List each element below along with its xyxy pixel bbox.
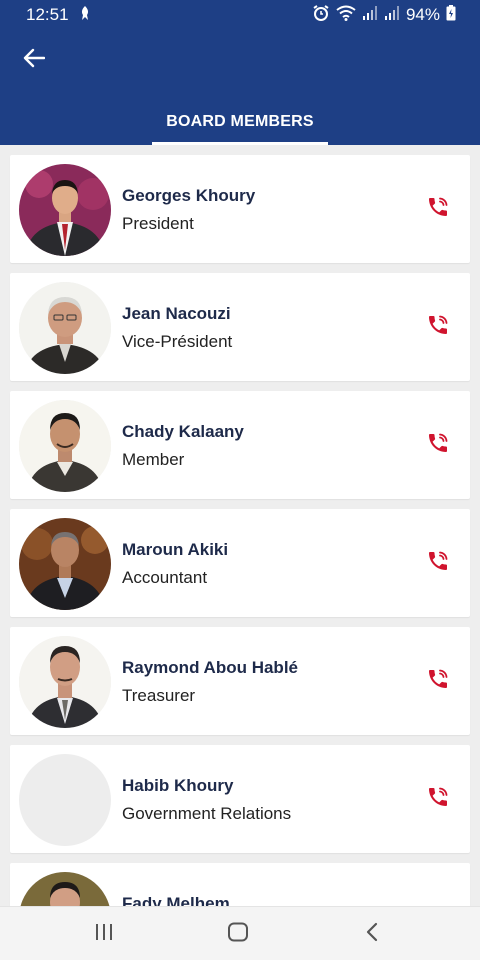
member-name: Habib Khoury xyxy=(122,776,234,795)
app-bar: BOARD MEMBERS xyxy=(0,30,480,145)
signal-icon-2 xyxy=(384,5,400,26)
back-button[interactable] xyxy=(18,44,50,76)
call-button[interactable] xyxy=(424,313,452,341)
member-name: Fady Melhem xyxy=(122,894,230,906)
recents-icon xyxy=(94,923,114,946)
status-time: 12:51 xyxy=(26,5,69,24)
call-button[interactable] xyxy=(424,431,452,459)
member-role: Treasurer xyxy=(122,686,196,705)
call-button[interactable] xyxy=(424,667,452,695)
arrow-left-icon xyxy=(23,48,46,73)
battery-percent: 94% xyxy=(405,5,440,24)
member-card[interactable]: Chady Kalaany Member xyxy=(10,391,470,499)
member-role: Accountant xyxy=(122,568,208,587)
home-icon xyxy=(227,922,249,947)
tab-board-members[interactable]: BOARD MEMBERS xyxy=(152,100,328,145)
home-button[interactable] xyxy=(208,907,268,960)
member-card[interactable]: Fady Melhem xyxy=(10,863,470,906)
phone-ringing-icon xyxy=(426,785,450,814)
member-role: President xyxy=(122,214,194,233)
call-button[interactable] xyxy=(424,195,452,223)
member-role: Vice-Président xyxy=(122,332,233,351)
phone-ringing-icon xyxy=(426,431,450,460)
member-card[interactable]: Raymond Abou Hablé Treasurer xyxy=(10,627,470,735)
member-role: Government Relations xyxy=(122,804,292,823)
member-card[interactable]: Georges Khoury President xyxy=(10,155,470,263)
status-right: 94% xyxy=(312,4,456,27)
status-left: 12:51 xyxy=(26,5,91,26)
member-role: Member xyxy=(122,450,185,469)
member-name: Raymond Abou Hablé xyxy=(122,658,298,677)
status-bar: 12:51 94% xyxy=(0,0,480,30)
back-nav-button[interactable] xyxy=(342,907,402,960)
avatar xyxy=(19,636,111,728)
call-button[interactable] xyxy=(424,549,452,577)
avatar-placeholder xyxy=(19,754,111,846)
member-list[interactable]: Georges Khoury President Jean Nacouzi Vi… xyxy=(0,145,480,906)
avatar xyxy=(19,400,111,492)
avatar xyxy=(19,872,111,906)
member-name: Jean Nacouzi xyxy=(122,304,231,323)
system-nav-bar xyxy=(0,906,480,960)
tab-board-members-label: BOARD MEMBERS xyxy=(166,113,314,130)
alarm-icon xyxy=(312,4,330,27)
member-name: Maroun Akiki xyxy=(122,540,229,559)
battery-icon xyxy=(446,4,456,26)
recents-button[interactable] xyxy=(74,907,134,960)
avatar xyxy=(19,282,111,374)
signal-icon xyxy=(362,5,378,26)
back-chevron-icon xyxy=(365,922,379,947)
member-card[interactable]: Habib Khoury Government Relations xyxy=(10,745,470,853)
member-name: Chady Kalaany xyxy=(122,422,244,441)
phone-ringing-icon xyxy=(426,313,450,342)
avatar xyxy=(19,164,111,256)
notification-icon xyxy=(79,5,91,26)
phone-ringing-icon xyxy=(426,549,450,578)
member-card[interactable]: Jean Nacouzi Vice-Président xyxy=(10,273,470,381)
call-button[interactable] xyxy=(424,785,452,813)
member-card[interactable]: Maroun Akiki Accountant xyxy=(10,509,470,617)
avatar xyxy=(19,518,111,610)
wifi-icon xyxy=(336,5,356,26)
member-name: Georges Khoury xyxy=(122,186,256,205)
phone-ringing-icon xyxy=(426,667,450,696)
phone-ringing-icon xyxy=(426,195,450,224)
